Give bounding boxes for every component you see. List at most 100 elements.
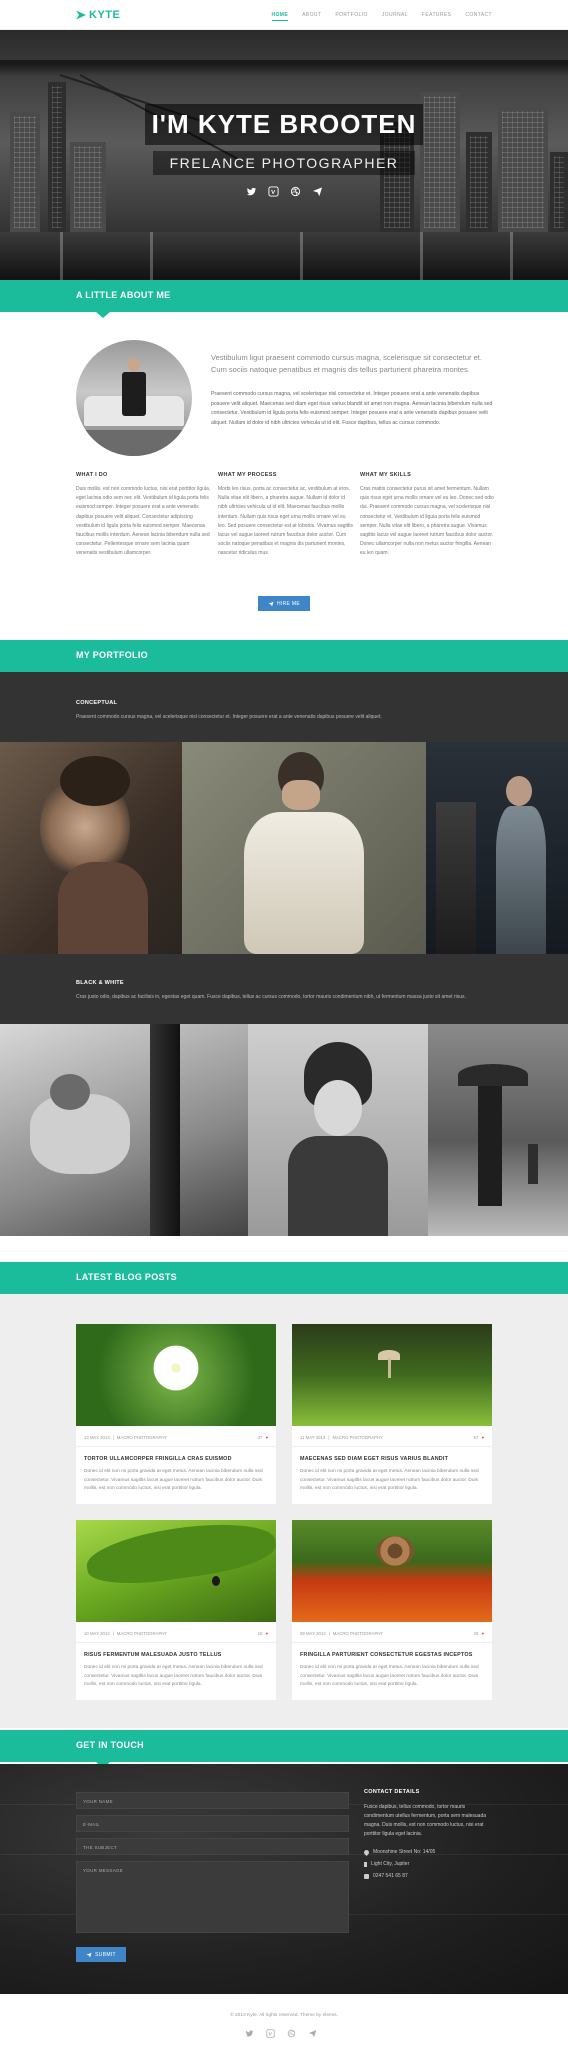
send-icon[interactable] [308,2029,317,2038]
post-meta: 13 MAY 2013 | MACRO PHOTOGRAPHY 37 ♥ [84,1435,268,1440]
post-date: 09 MAY 2013 [300,1631,326,1636]
about-heading: A LITTLE ABOUT ME [76,290,171,300]
blog-post-card[interactable]: 09 MAY 2013 | MACRO PHOTOGRAPHY 26 ♥ FRI… [292,1520,492,1700]
about-column-process: WHAT MY PROCESS Morbi leo risus, porta a… [218,472,354,559]
hero-social-links [145,185,423,198]
nav-item-journal[interactable]: JOURNAL [382,12,408,21]
post-date: 13 MAY 2013 [84,1435,110,1440]
subject-field[interactable]: THE SUBJECT [76,1838,349,1855]
about-column-skills: WHAT MY SKILLS Cras mattis consectetur p… [360,472,496,559]
column-text: Cras mattis consectetur purus sit amet f… [360,486,494,557]
contact-details-title: CONTACT DETAILS [364,1789,420,1795]
blog-section-banner: LATEST BLOG POSTS [0,1262,568,1300]
post-category[interactable]: MACRO PHOTOGRAPHY [332,1435,383,1440]
post-date: 10 MAY 2013 [84,1631,110,1636]
column-title: WHAT I DO [76,472,108,478]
about-lead-text: Vestibulum ligut praesent commodo cursus… [211,353,482,374]
contact-address: Moonshine Street No: 14/05 [362,1848,494,1856]
message-textarea[interactable]: YOUR MESSAGE [76,1861,349,1933]
portfolio-heading: MY PORTFOLIO [76,650,148,660]
blog-post-card[interactable]: 13 MAY 2013 | MACRO PHOTOGRAPHY 37 ♥ TOR… [76,1324,276,1504]
post-like-count: 26 [473,1631,479,1636]
hero-caption: I'M KYTE BROOTEN FRELANCE PHOTOGRAPHER [145,104,423,198]
post-like-count: 16 [257,1631,263,1636]
post-like-count: 57 [473,1435,479,1440]
logo-mark-icon [76,10,86,20]
nav-menu: HOME ABOUT PORTFOLIO JOURNAL FEATURES CO… [271,12,493,21]
send-icon [86,1952,92,1957]
post-category[interactable]: MACRO PHOTOGRAPHY [333,1631,384,1636]
hire-me-label: HIRE ME [277,600,300,607]
nav-item-features[interactable]: FEATURES [422,12,452,21]
phone-icon [364,1873,369,1879]
hero-building [550,152,568,232]
submit-button[interactable]: SUBMIT [76,1947,126,1962]
twitter-icon[interactable] [245,2029,254,2038]
brand-logo[interactable]: KYTE [76,9,120,21]
portfolio-photo[interactable] [0,742,182,954]
hero-building [48,82,66,232]
hero-building [70,142,106,232]
post-title[interactable]: FRINGILLA PARTURIENT CONSECTETUR EGESTAS… [300,1652,484,1658]
heart-icon[interactable]: ♥ [265,1435,268,1440]
heart-icon[interactable]: ♥ [481,1631,484,1636]
post-category[interactable]: MACRO PHOTOGRAPHY [117,1631,168,1636]
brand-name: KYTE [89,9,121,21]
post-meta: 11 MAY 2013 | MACRO PHOTOGRAPHY 57 ♥ [300,1435,484,1440]
hire-me-button[interactable]: HIRE ME [258,596,310,611]
column-text: Duis mollis, est non commodo luctus, nis… [76,486,211,557]
hero-banner: I'M KYTE BROOTEN FRELANCE PHOTOGRAPHER [0,30,568,280]
blog-post-card[interactable]: 11 MAY 2013 | MACRO PHOTOGRAPHY 57 ♥ MAE… [292,1324,492,1504]
portfolio-photo[interactable] [428,1024,568,1236]
blog-post-image [76,1324,276,1426]
vimeo-icon[interactable] [266,2029,275,2038]
nav-item-home[interactable]: HOME [271,12,289,21]
gallery-description: Praesent commodo cursus magna, vel scele… [76,714,382,720]
post-title[interactable]: MAECENAS SED DIAM EGET RISUS VARIUS BLAN… [300,1456,484,1462]
nav-item-portfolio[interactable]: PORTFOLIO [335,12,367,21]
nav-item-contact[interactable]: CONTACT [465,12,492,21]
twitter-icon[interactable] [245,185,258,198]
column-title: WHAT MY SKILLS [360,472,412,478]
post-title[interactable]: RISUS FERMENTUM MALESUADA JUSTO TELLUS [84,1652,268,1658]
post-title[interactable]: TORTOR ULLAMCORPER FRINGILLA CRAS EUISMO… [84,1456,268,1462]
portfolio-photo[interactable] [426,742,568,954]
post-excerpt: Donec id elit non mi porta gravida at eg… [300,1665,479,1688]
post-meta: 09 MAY 2013 | MACRO PHOTOGRAPHY 26 ♥ [300,1631,484,1636]
portfolio-photo[interactable] [248,1024,428,1236]
nav-item-about[interactable]: ABOUT [302,12,321,21]
about-section-banner: A LITTLE ABOUT ME [0,280,568,318]
hero-building [498,107,548,232]
map-pin-icon [362,1848,371,1856]
heart-icon[interactable]: ♥ [481,1435,484,1440]
send-icon[interactable] [311,185,324,198]
portfolio-photo[interactable] [0,1024,248,1236]
post-excerpt: Donec id elit non mi porta gravida at eg… [84,1469,263,1492]
name-field[interactable]: YOUR NAME [76,1792,349,1809]
hero-bridge [0,60,568,76]
contact-heading: GET IN TOUCH [76,1740,144,1750]
hero-subtitle: FRELANCE PHOTOGRAPHER [169,155,399,171]
submit-label: SUBMIT [95,1951,116,1958]
portfolio-photo[interactable] [182,742,426,954]
vimeo-icon[interactable] [267,185,280,198]
post-meta: 10 MAY 2013 | MACRO PHOTOGRAPHY 16 ♥ [84,1631,268,1636]
post-category[interactable]: MACRO PHOTOGRAPHY [117,1435,168,1440]
heart-icon[interactable]: ♥ [265,1631,268,1636]
dribbble-icon[interactable] [289,185,302,198]
gallery-bw-header [0,954,568,1024]
hero-water [0,232,568,280]
about-portrait [76,340,192,456]
email-field[interactable]: E-MAIL [76,1815,349,1832]
footer-social-links [245,2029,317,2038]
contact-city: Light City, Jupiter [364,1861,494,1867]
hero-title: I'M KYTE BROOTEN [151,109,417,139]
blog-post-card[interactable]: 10 MAY 2013 | MACRO PHOTOGRAPHY 16 ♥ RIS… [76,1520,276,1700]
contact-phone: 0247 541 65 87 [364,1873,494,1879]
portfolio-section-banner: MY PORTFOLIO [0,640,568,678]
gallery-description: Cras justo odio, dapibus ac facilisis in… [76,994,466,1000]
top-navbar: KYTE HOME ABOUT PORTFOLIO JOURNAL FEATUR… [0,0,568,30]
about-column-what-i-do: WHAT I DO Duis mollis, est non commodo l… [76,472,212,559]
dribbble-icon[interactable] [287,2029,296,2038]
send-icon [268,601,274,606]
